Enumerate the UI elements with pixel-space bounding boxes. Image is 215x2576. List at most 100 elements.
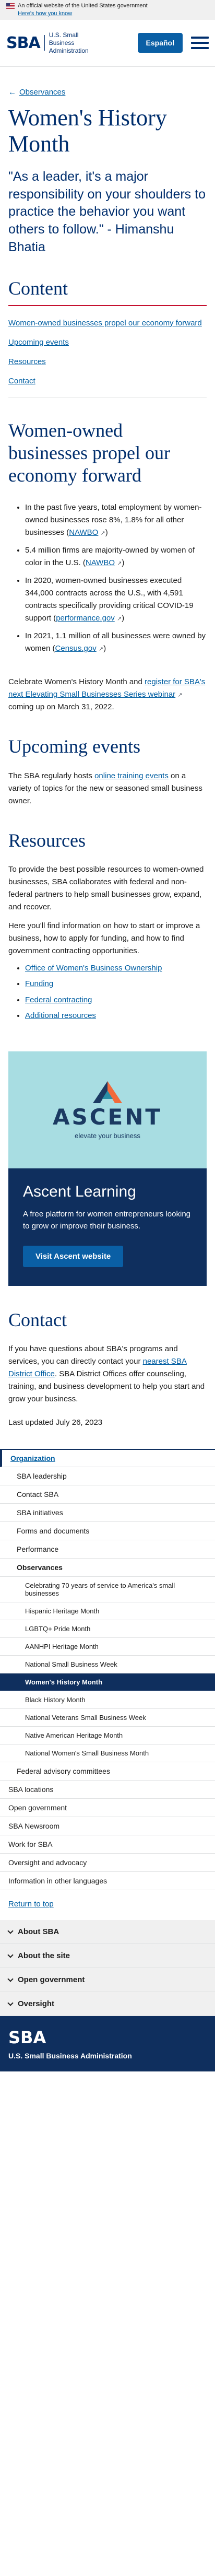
site-header: SBA U.S. Small Business Administration E… (0, 20, 215, 67)
resources-paragraph-2: Here you'll find information on how to s… (8, 921, 200, 955)
sidenav-item-advisory[interactable]: Federal advisory committees (0, 1762, 215, 1781)
contact-heading: Contact (8, 1309, 67, 1331)
contact-section: Contact If you have questions about SBA'… (8, 1309, 207, 1427)
economy-heading: Women-owned businesses propel our econom… (8, 419, 170, 486)
online-training-events-link[interactable]: online training events (94, 771, 169, 780)
espanol-button[interactable]: Español (137, 33, 183, 53)
sidenav-item-newsroom[interactable]: SBA Newsroom (0, 1817, 215, 1836)
sidenav-item-open-government[interactable]: Open government (0, 1799, 215, 1818)
sidenav-item-work-for-sba[interactable]: Work for SBA (0, 1835, 215, 1854)
footer-acc-about-sba[interactable]: About SBA (0, 1920, 215, 1945)
observances-back-link[interactable]: Observances (19, 88, 65, 97)
resources-section: Resources To provide the best possible r… (8, 829, 207, 1022)
page-quote: "As a leader, it's a major responsibilit… (8, 169, 206, 254)
footer-sba-logo[interactable]: SBA (8, 2028, 207, 2047)
toc-link-economy[interactable]: Women-owned businesses propel our econom… (8, 319, 202, 327)
ascent-subtitle: A free platform for women entrepreneurs … (23, 1210, 190, 1231)
sidenav-item-observances[interactable]: Observances (0, 1559, 215, 1577)
sidenav-item-womens-sb-month[interactable]: National Women's Small Business Month (0, 1744, 215, 1763)
list-item: In 2020, women-owned businesses executed… (25, 575, 207, 625)
toc-link-resources[interactable]: Resources (8, 357, 46, 366)
sba-logo-mark: SBA (6, 33, 41, 52)
sidenav-item-womens-history[interactable]: Women's History Month (0, 1673, 215, 1692)
gov-banner-text: An official website of the United States… (18, 3, 148, 9)
additional-resources-link[interactable]: Additional resources (25, 1011, 96, 1020)
external-link-icon: ↗ (177, 692, 183, 699)
content-heading: Content (8, 277, 68, 299)
footer-acc-about-site[interactable]: About the site (0, 1944, 215, 1969)
chevron-down-icon (7, 1952, 14, 1958)
resources-paragraph-1: To provide the best possible resources t… (8, 864, 204, 911)
arrow-left-icon: ← (8, 87, 16, 97)
census-gov-link[interactable]: Census.gov (55, 644, 97, 653)
ascent-card: ASCENT elevate your business Ascent Lear… (8, 1051, 207, 1286)
sidenav-item-leadership[interactable]: SBA leadership (0, 1467, 215, 1486)
return-to-top-link[interactable]: Return to top (8, 1900, 207, 1908)
footer-brand: SBA U.S. Small Business Administration (0, 2016, 215, 2072)
events-paragraph: The SBA regularly hosts online training … (8, 771, 202, 805)
footer-accordion: About SBA About the site Open government… (0, 1920, 215, 2017)
toc-link-events[interactable]: Upcoming events (8, 338, 69, 347)
resources-links-list: Office of Women's Business Ownership Fun… (8, 963, 207, 1022)
chevron-down-icon (7, 1976, 14, 1982)
sidenav-item-veterans-week[interactable]: National Veterans Small Business Week (0, 1709, 215, 1727)
main-content: ← Observances Women's History Month "As … (0, 88, 215, 1427)
footer: About SBA About the site Open government… (0, 1920, 215, 2072)
federal-contracting-link[interactable]: Federal contracting (25, 996, 92, 1004)
sba-logo[interactable]: SBA U.S. Small Business Administration (6, 31, 104, 55)
sidenav-item-small-business-week[interactable]: National Small Business Week (0, 1656, 215, 1674)
logo-divider (44, 35, 45, 51)
resources-heading: Resources (8, 829, 86, 851)
events-section: Upcoming events The SBA regularly hosts … (8, 735, 207, 807)
sidenav-item-hispanic-heritage[interactable]: Hispanic Heritage Month (0, 1602, 215, 1621)
funding-link[interactable]: Funding (25, 979, 53, 988)
ascent-banner: ASCENT elevate your business (8, 1051, 207, 1168)
sidenav-item-locations[interactable]: SBA locations (0, 1781, 215, 1799)
heres-how-you-know-link[interactable]: Here's how you know (18, 10, 209, 18)
performance-gov-link[interactable]: performance.gov (56, 614, 115, 623)
content-toc: Women-owned businesses propel our econom… (8, 318, 207, 387)
sidenav-item-oversight[interactable]: Oversight and advocacy (0, 1854, 215, 1872)
list-item: In the past five years, total employment… (25, 501, 207, 539)
toc-link-contact[interactable]: Contact (8, 377, 35, 385)
sidenav-item-contact-sba[interactable]: Contact SBA (0, 1485, 215, 1504)
contact-paragraph: If you have questions about SBA's progra… (8, 1344, 205, 1404)
sidenav-item-70-years[interactable]: Celebrating 70 years of service to Ameri… (0, 1577, 215, 1603)
sidenav-item-native-american[interactable]: Native American Heritage Month (0, 1727, 215, 1745)
visit-ascent-button[interactable]: Visit Ascent website (23, 1246, 124, 1268)
celebrate-paragraph: Celebrate Women's History Month and regi… (8, 677, 206, 712)
breadcrumb: ← Observances (8, 88, 207, 97)
sidenav-item-aanhpi[interactable]: AANHPI Heritage Month (0, 1638, 215, 1656)
us-flag-icon (6, 3, 15, 9)
footer-agency-name: U.S. Small Business Administration (8, 2052, 132, 2060)
sidenav-organization[interactable]: Organization (0, 1450, 215, 1468)
external-link-icon: ↗ (98, 646, 104, 653)
external-link-icon: ↗ (116, 616, 122, 623)
economy-section: Women-owned businesses propel our econom… (8, 419, 207, 714)
external-link-icon: ↗ (100, 530, 105, 537)
ascent-mountain-icon (93, 1081, 122, 1103)
nawbo-link[interactable]: NAWBO (69, 528, 98, 537)
sidenav-item-black-history[interactable]: Black History Month (0, 1691, 215, 1709)
page-title: Women's History Month (8, 104, 167, 157)
sidenav-item-forms[interactable]: Forms and documents (0, 1522, 215, 1541)
ascent-title: Ascent Learning (23, 1182, 136, 1200)
list-item: In 2021, 1.1 million of all businesses w… (25, 630, 207, 655)
ascent-body: Ascent Learning A free platform for wome… (8, 1168, 207, 1286)
chevron-down-icon (7, 2000, 14, 2006)
sidenav-item-other-languages[interactable]: Information in other languages (0, 1872, 215, 1891)
sba-logo-text: U.S. Small Business Administration (49, 31, 89, 54)
economy-facts-list: In the past five years, total employment… (8, 501, 207, 655)
sidenav-item-performance[interactable]: Performance (0, 1540, 215, 1559)
menu-icon[interactable] (191, 37, 209, 50)
sidenav-item-pride[interactable]: LGBTQ+ Pride Month (0, 1620, 215, 1638)
events-heading: Upcoming events (8, 736, 140, 757)
nawbo-link-2[interactable]: NAWBO (86, 558, 115, 567)
footer-acc-oversight[interactable]: Oversight (0, 1992, 215, 2017)
list-item: 5.4 million firms are majority-owned by … (25, 544, 207, 569)
heading-rule (8, 305, 207, 306)
wbo-office-link[interactable]: Office of Women's Business Ownership (25, 964, 162, 973)
footer-acc-open-government[interactable]: Open government (0, 1968, 215, 1993)
sidenav-item-initiatives[interactable]: SBA initiatives (0, 1504, 215, 1523)
side-nav: Organization SBA leadership Contact SBA … (0, 1449, 215, 1891)
